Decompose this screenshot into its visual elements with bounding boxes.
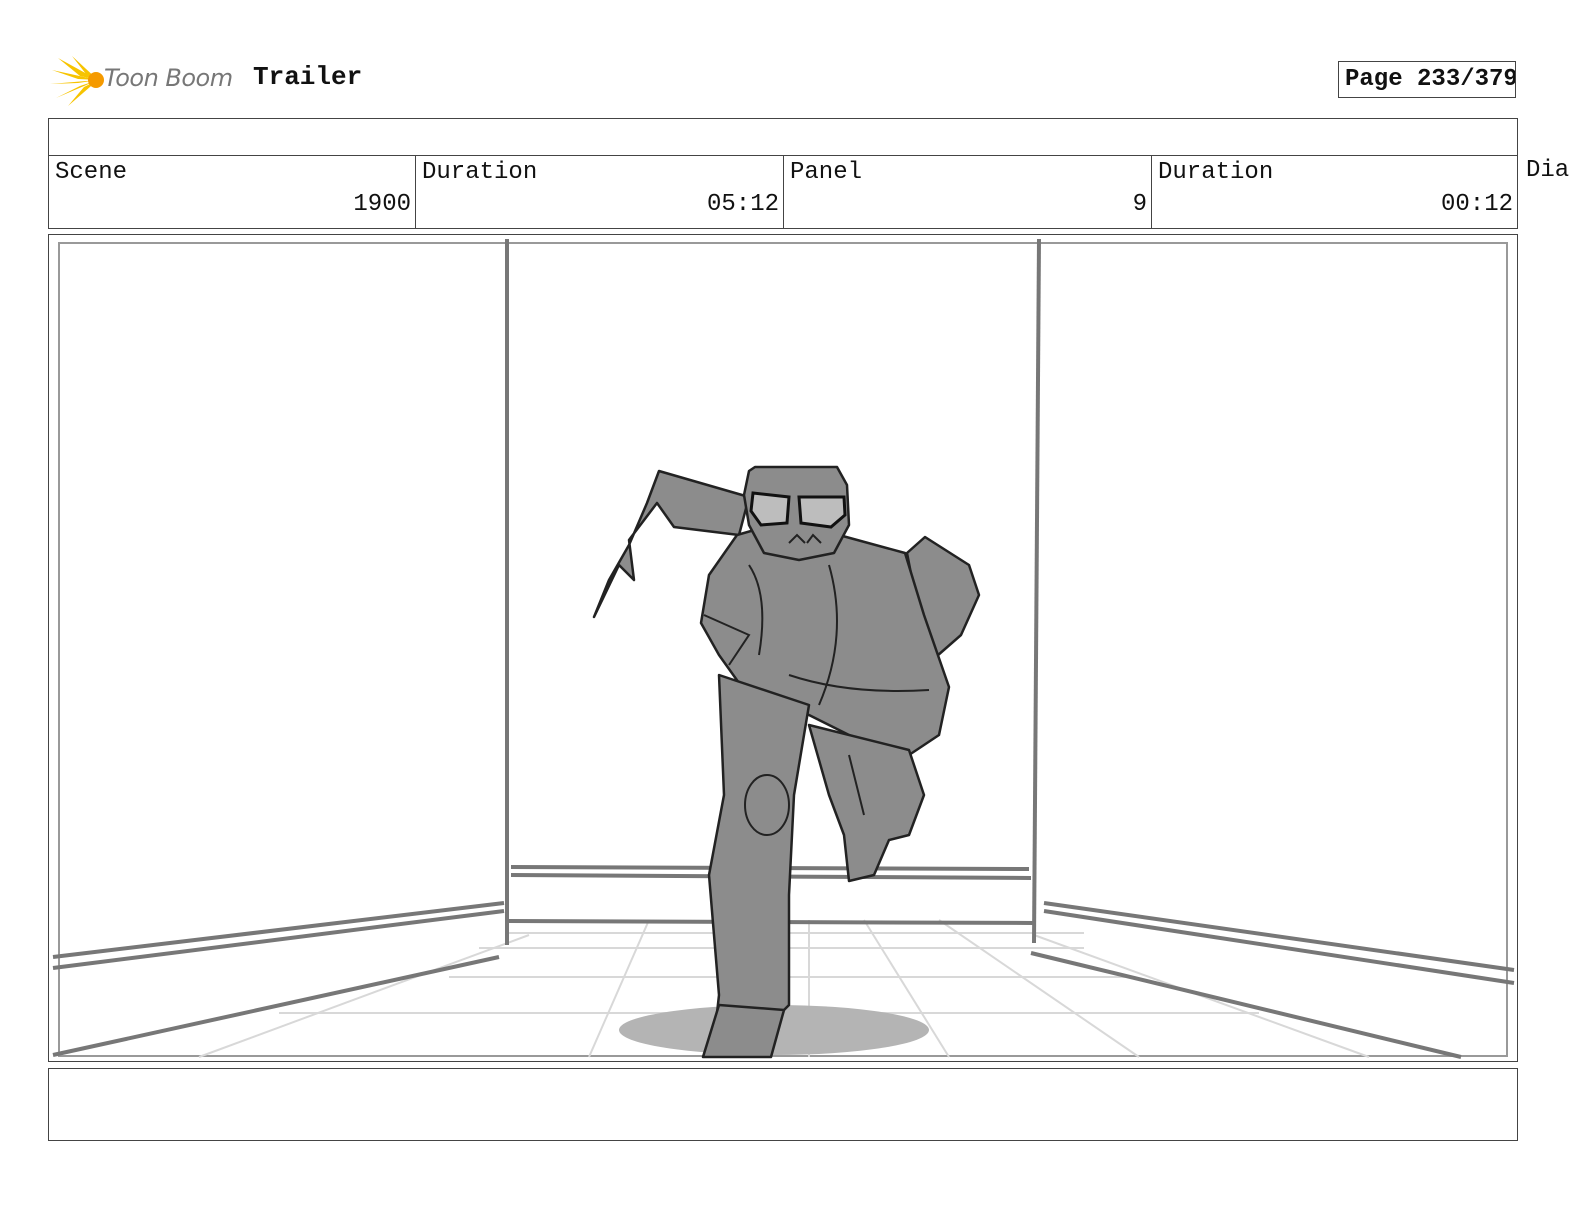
scene-value: 1900: [353, 191, 411, 218]
project-title: Trailer: [253, 62, 363, 92]
panel-duration-value: 00:12: [1440, 191, 1513, 218]
dialog-box: [48, 1068, 1518, 1141]
logo-text: Toon Boom: [104, 64, 233, 92]
header-blank-row: [49, 119, 1517, 156]
panel-duration-label: Duration: [1158, 159, 1274, 186]
panel-duration-cell: Duration 00:12: [1152, 155, 1517, 229]
running-character: [592, 465, 981, 1059]
scene-cell: Scene 1900: [49, 155, 416, 229]
scene-duration-label: Duration: [422, 159, 538, 186]
panel-cell: Panel 9: [784, 155, 1152, 229]
dialog-label-partial: Dia: [1526, 157, 1570, 184]
starburst-icon: [50, 56, 104, 106]
panel-label: Panel: [790, 159, 863, 186]
panel-value: 9: [1132, 191, 1147, 218]
page-number: Page 233/379: [1338, 61, 1516, 98]
panel-sketch: [52, 238, 1515, 1059]
storyboard-panel: [48, 234, 1518, 1062]
scene-label: Scene: [55, 159, 128, 186]
panel-info-table: Scene 1900 Duration 05:12 Panel 9 Durati…: [48, 118, 1518, 229]
scene-duration-value: 05:12: [706, 191, 779, 218]
scene-duration-cell: Duration 05:12: [416, 155, 784, 229]
